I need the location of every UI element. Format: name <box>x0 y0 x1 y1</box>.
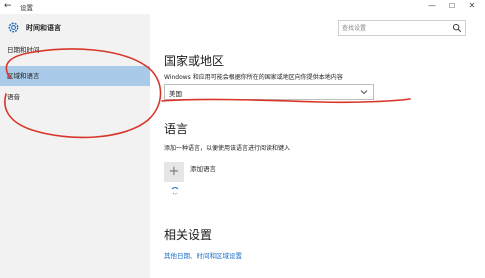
sidebar-item-label: 区域和语言 <box>7 72 40 80</box>
main-content: 国家或地区 Windows 和应用可能会根据你所在的国家或地区向你提供本地内容 … <box>150 14 485 278</box>
gear-icon <box>8 22 19 33</box>
close-button[interactable]: ✕ <box>462 0 482 12</box>
language-description: 添加一种语言，以便使用该语言进行阅读和键入 <box>164 145 291 152</box>
select-value: 美国 <box>169 90 182 98</box>
maximize-button[interactable]: ☐ <box>442 0 462 12</box>
sidebar-item-region-language[interactable]: 区域和语言 <box>0 66 150 86</box>
minimize-button[interactable]: — <box>422 0 442 12</box>
sidebar: 时间和语言 日期和时间 区域和语言 语音 <box>0 14 150 278</box>
add-language-label[interactable]: 添加语言 <box>190 163 216 173</box>
loading-spinner-icon <box>171 187 179 195</box>
sidebar-item-label: 日期和时间 <box>7 46 40 54</box>
other-date-time-region-link[interactable]: 其他日期、时间和区域设置 <box>164 250 242 260</box>
language-section-title: 语言 <box>164 122 189 136</box>
region-section-title: 国家或地区 <box>164 54 225 68</box>
sidebar-header: 时间和语言 <box>0 14 150 42</box>
related-settings-title: 相关设置 <box>164 228 213 242</box>
sidebar-title: 时间和语言 <box>26 24 61 32</box>
window-title: 设置 <box>20 4 33 12</box>
sidebar-item-label: 语音 <box>7 93 20 101</box>
chevron-down-icon <box>360 90 368 95</box>
sidebar-item-date-time[interactable]: 日期和时间 <box>0 40 150 60</box>
sidebar-item-speech[interactable]: 语音 <box>0 87 150 107</box>
settings-window: ← 设置 — ☐ ✕ 时间和语言 日期和时间 区域和语言 语音 国家 <box>0 0 485 278</box>
region-description: Windows 和应用可能会根据你所在的国家或地区向你提供本地内容 <box>164 74 343 81</box>
back-arrow-icon[interactable]: ← <box>4 1 12 11</box>
add-language-button[interactable]: + <box>164 162 184 182</box>
country-region-select[interactable]: 美国 <box>164 84 374 100</box>
plus-icon: + <box>168 164 180 179</box>
title-bar: ← 设置 — ☐ ✕ <box>0 0 485 14</box>
